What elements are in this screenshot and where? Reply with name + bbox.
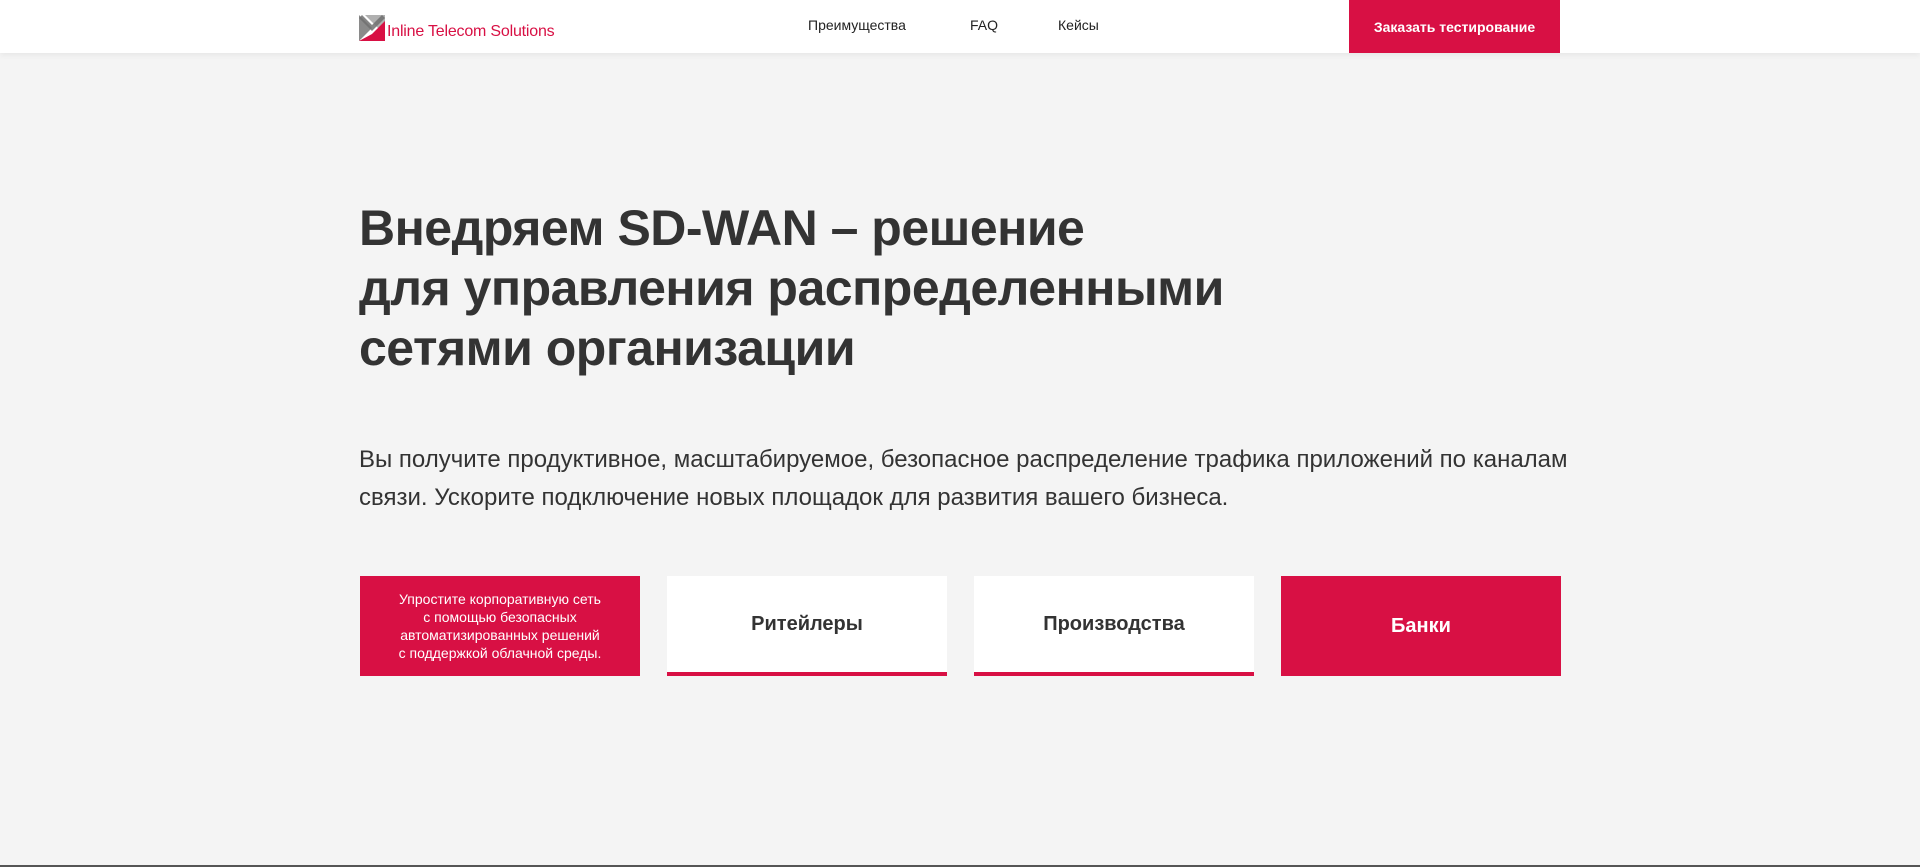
card-label: Ритейлеры — [751, 612, 863, 635]
order-testing-button[interactable]: Заказать тестирование — [1349, 0, 1560, 53]
hero-title: Внедряем SD-WAN – решение для управления… — [359, 198, 1259, 378]
card-banks[interactable]: Банки — [1281, 576, 1561, 676]
card-manufacturing[interactable]: Производства — [974, 576, 1254, 676]
intro-card-text: Упростите корпоративную сеть с помощью б… — [399, 590, 602, 662]
card-retailers[interactable]: Ритейлеры — [667, 576, 947, 676]
logo[interactable]: Inline Telecom Solutions — [359, 13, 555, 41]
hero-title-line: Внедряем SD-WAN – решение — [359, 200, 1085, 256]
nav-link-cases[interactable]: Кейсы — [1058, 17, 1099, 33]
intro-card: Упростите корпоративную сеть с помощью б… — [360, 576, 640, 676]
nav-link-advantages[interactable]: Преимущества — [808, 17, 906, 33]
card-label: Банки — [1391, 614, 1451, 637]
hero-subtitle-line: связи. Ускорите подключение новых площад… — [359, 484, 1229, 511]
intro-card-line: автоматизированных решений — [400, 627, 600, 643]
hero-subtitle: Вы получите продуктивное, масштабируемое… — [359, 441, 1569, 517]
intro-card-line: с поддержкой облачной среды. — [398, 645, 602, 661]
intro-card-line: Упростите корпоративную сеть — [399, 591, 601, 607]
site-header: Inline Telecom Solutions Преимущества FA… — [0, 0, 1920, 53]
card-label: Производства — [1043, 612, 1185, 635]
logo-text: Inline Telecom Solutions — [387, 23, 555, 40]
nav-link-faq[interactable]: FAQ — [970, 17, 998, 33]
hero-subtitle-line: Вы получите продуктивное, масштабируемое… — [359, 446, 1568, 473]
logo-mark-icon — [359, 15, 385, 41]
hero-title-line: сетями организации — [359, 320, 856, 376]
hero-title-line: для управления распределенными — [359, 260, 1224, 316]
intro-card-line: с помощью безопасных — [423, 609, 577, 625]
